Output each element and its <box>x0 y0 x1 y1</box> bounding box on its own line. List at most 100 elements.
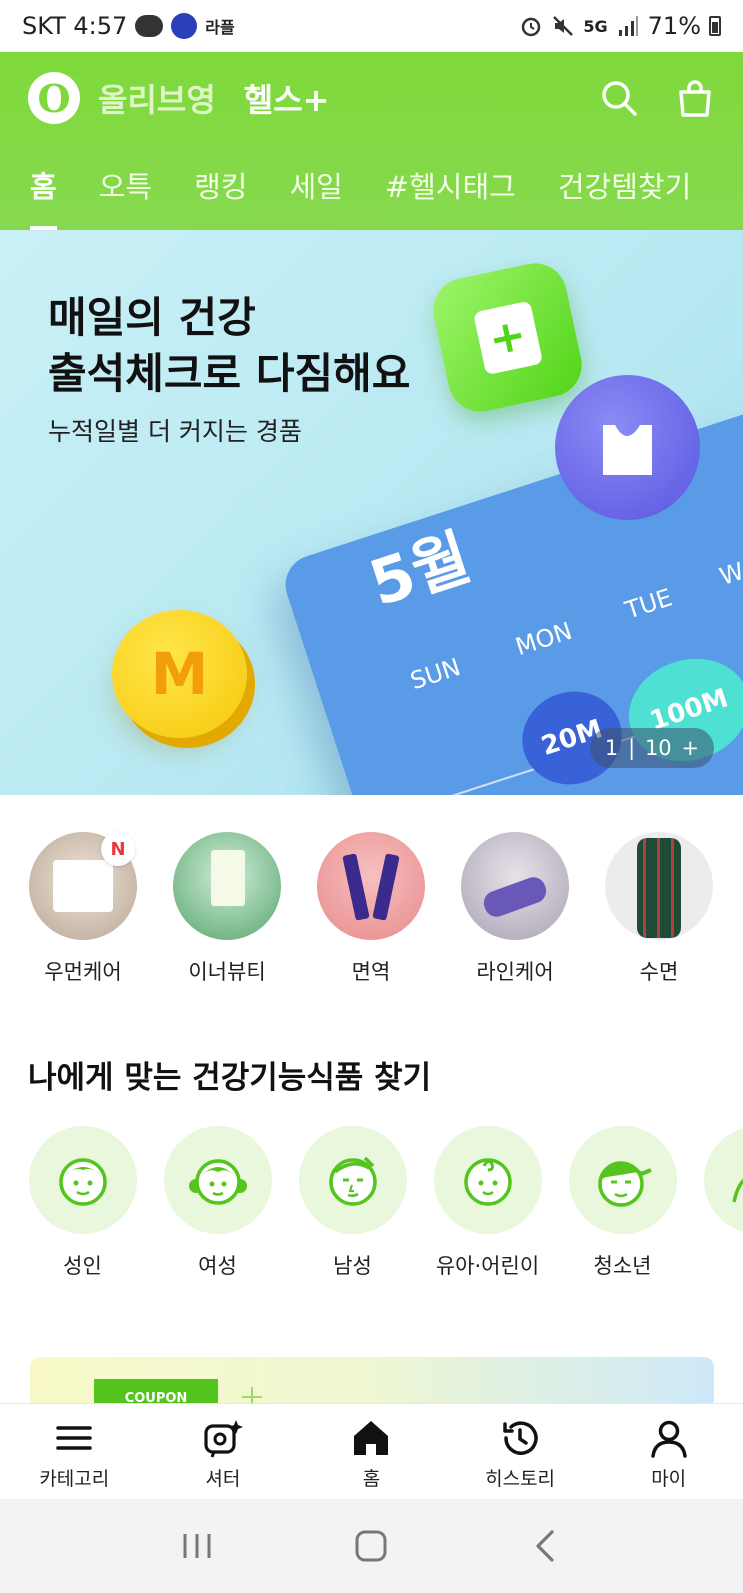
tab-ranking[interactable]: 랭킹 <box>194 162 247 230</box>
female-face-icon <box>163 1126 272 1234</box>
shutter-icon <box>203 1418 243 1458</box>
status-bar: SKT 4:57 라플 5G 71% <box>0 0 743 52</box>
coin-graphic: M <box>112 610 247 738</box>
header-row: O 올리브영 헬스+ <box>0 52 743 144</box>
category-innerbeauty-image <box>173 832 281 940</box>
olive-young-logo[interactable]: O <box>28 72 80 124</box>
target-label: 임 <box>690 1250 743 1276</box>
bra-badge-graphic <box>555 375 700 520</box>
target-label: 남성 <box>333 1254 372 1276</box>
tab-sale[interactable]: 세일 <box>289 162 342 230</box>
pad-package-graphic <box>53 860 113 912</box>
target-male[interactable]: 남성 <box>285 1126 420 1276</box>
tab-healthy-tag[interactable]: #헬시태그 <box>385 162 516 230</box>
app-notification-label: 라플 <box>205 18 235 37</box>
brand-name[interactable]: 올리브영 <box>98 75 216 121</box>
juice-carton-graphic <box>211 850 245 906</box>
pager-plus-icon[interactable]: + <box>681 736 699 760</box>
pregnant-icon <box>703 1126 743 1234</box>
battery-icon <box>709 16 721 36</box>
pager-divider: | <box>628 736 636 760</box>
banner-subtitle: 누적일별 더 커지는 경품 <box>48 417 302 446</box>
category-innerbeauty[interactable]: 이너뷰티 <box>167 832 287 986</box>
category-label: 우먼케어 <box>44 960 122 984</box>
search-icon[interactable] <box>599 78 639 118</box>
banner-pager[interactable]: 1 | 10 + <box>590 728 714 768</box>
nav-category[interactable]: 카테고리 <box>0 1404 149 1499</box>
nav-label: 카테고리 <box>39 1468 110 1490</box>
health-plus-label[interactable]: 헬스+ <box>244 75 330 121</box>
target-female[interactable]: 여성 <box>150 1126 285 1276</box>
recent-apps-icon[interactable] <box>167 1516 227 1576</box>
history-icon <box>500 1418 540 1458</box>
pager-current: 1 <box>604 736 619 760</box>
category-row: N 우먼케어 이너뷰티 면역 라인케어 수면 <box>0 832 743 992</box>
nav-label: 마이 <box>651 1468 687 1490</box>
nav-label: 홈 <box>362 1468 381 1490</box>
category-sleep[interactable]: 수면 <box>599 832 719 986</box>
teen-face-icon <box>568 1126 677 1234</box>
home-icon <box>351 1418 391 1458</box>
battery-percent: 71% <box>647 12 701 40</box>
menu-icon <box>54 1418 94 1458</box>
category-label: 수면 <box>639 960 679 984</box>
nav-home[interactable]: 홈 <box>297 1404 446 1499</box>
back-icon[interactable] <box>516 1516 576 1576</box>
target-label: 성인 <box>63 1254 102 1276</box>
home-button-icon[interactable] <box>341 1516 401 1576</box>
super-sol-icon <box>171 13 198 39</box>
category-immunity[interactable]: 면역 <box>311 832 431 986</box>
carrier-time: SKT 4:57 <box>22 12 128 40</box>
chat-bubble-icon <box>135 15 164 37</box>
category-immunity-image <box>317 832 425 940</box>
system-nav-bar <box>0 1499 743 1593</box>
category-linecare-image <box>461 832 569 940</box>
category-sleep-image <box>605 832 713 940</box>
vial-graphic-right <box>372 853 400 921</box>
bottom-nav: 카테고리 셔터 홈 히스토리 마이 <box>0 1403 743 1499</box>
bra-icon <box>603 425 652 475</box>
target-label: 여성 <box>198 1254 237 1276</box>
target-label: 유아·어린이 <box>435 1254 540 1276</box>
category-label: 이너뷰티 <box>188 960 266 984</box>
logo-letter: O <box>37 75 71 121</box>
target-group-row: 성인 여성 남성 유아·어린이 청소년 임 <box>0 1126 743 1276</box>
shopping-bag-icon[interactable] <box>675 78 715 118</box>
vial-graphic-left <box>342 853 370 921</box>
status-left: SKT 4:57 라플 <box>22 12 235 40</box>
status-right: 5G 71% <box>519 12 721 40</box>
nav-my[interactable]: 마이 <box>594 1404 743 1499</box>
alarm-icon <box>522 17 541 37</box>
category-linecare[interactable]: 라인케어 <box>455 832 575 986</box>
target-label: 청소년 <box>593 1254 652 1276</box>
find-section-title: 나에게 맞는 건강기능식품 찾기 <box>28 1060 432 1096</box>
header-icons <box>599 78 715 118</box>
tab-special[interactable]: 오특 <box>99 162 152 230</box>
app-header: O 올리브영 헬스+ 홈 오특 랭킹 세일 #헬시태그 건강템찾기 <box>0 52 743 230</box>
category-womencare[interactable]: N 우먼케어 <box>23 832 143 986</box>
nav-history[interactable]: 히스토리 <box>446 1404 595 1499</box>
nav-label: 히스토리 <box>485 1468 556 1490</box>
category-label: 면역 <box>351 960 391 984</box>
target-pregnant[interactable]: 임 <box>690 1126 743 1276</box>
network-type: 5G <box>583 16 608 36</box>
baby-face-icon <box>433 1126 542 1234</box>
new-badge: N <box>101 832 135 866</box>
main-tabs: 홈 오특 랭킹 세일 #헬시태그 건강템찾기 <box>0 162 733 230</box>
attendance-banner[interactable]: 5월 SUN MON TUE W 100M 20M + M 매일의 건강 출석체… <box>0 230 743 795</box>
nav-shutter[interactable]: 셔터 <box>149 1404 298 1499</box>
leg-massager-graphic <box>480 873 550 921</box>
tab-home[interactable]: 홈 <box>30 162 57 230</box>
target-kids[interactable]: 유아·어린이 <box>420 1126 555 1276</box>
pager-total: 10 <box>644 736 672 760</box>
pajama-graphic <box>637 838 681 938</box>
adult-face-icon <box>28 1126 137 1234</box>
supplement-bottle-icon: + <box>472 300 543 375</box>
mute-icon <box>553 16 574 36</box>
category-label: 라인케어 <box>476 960 554 984</box>
target-teen[interactable]: 청소년 <box>555 1126 690 1276</box>
tab-find-health-items[interactable]: 건강템찾기 <box>558 162 691 230</box>
profile-icon <box>649 1418 689 1458</box>
banner-title: 매일의 건강 출석체크로 다짐해요 <box>48 293 411 398</box>
target-adult[interactable]: 성인 <box>15 1126 150 1276</box>
